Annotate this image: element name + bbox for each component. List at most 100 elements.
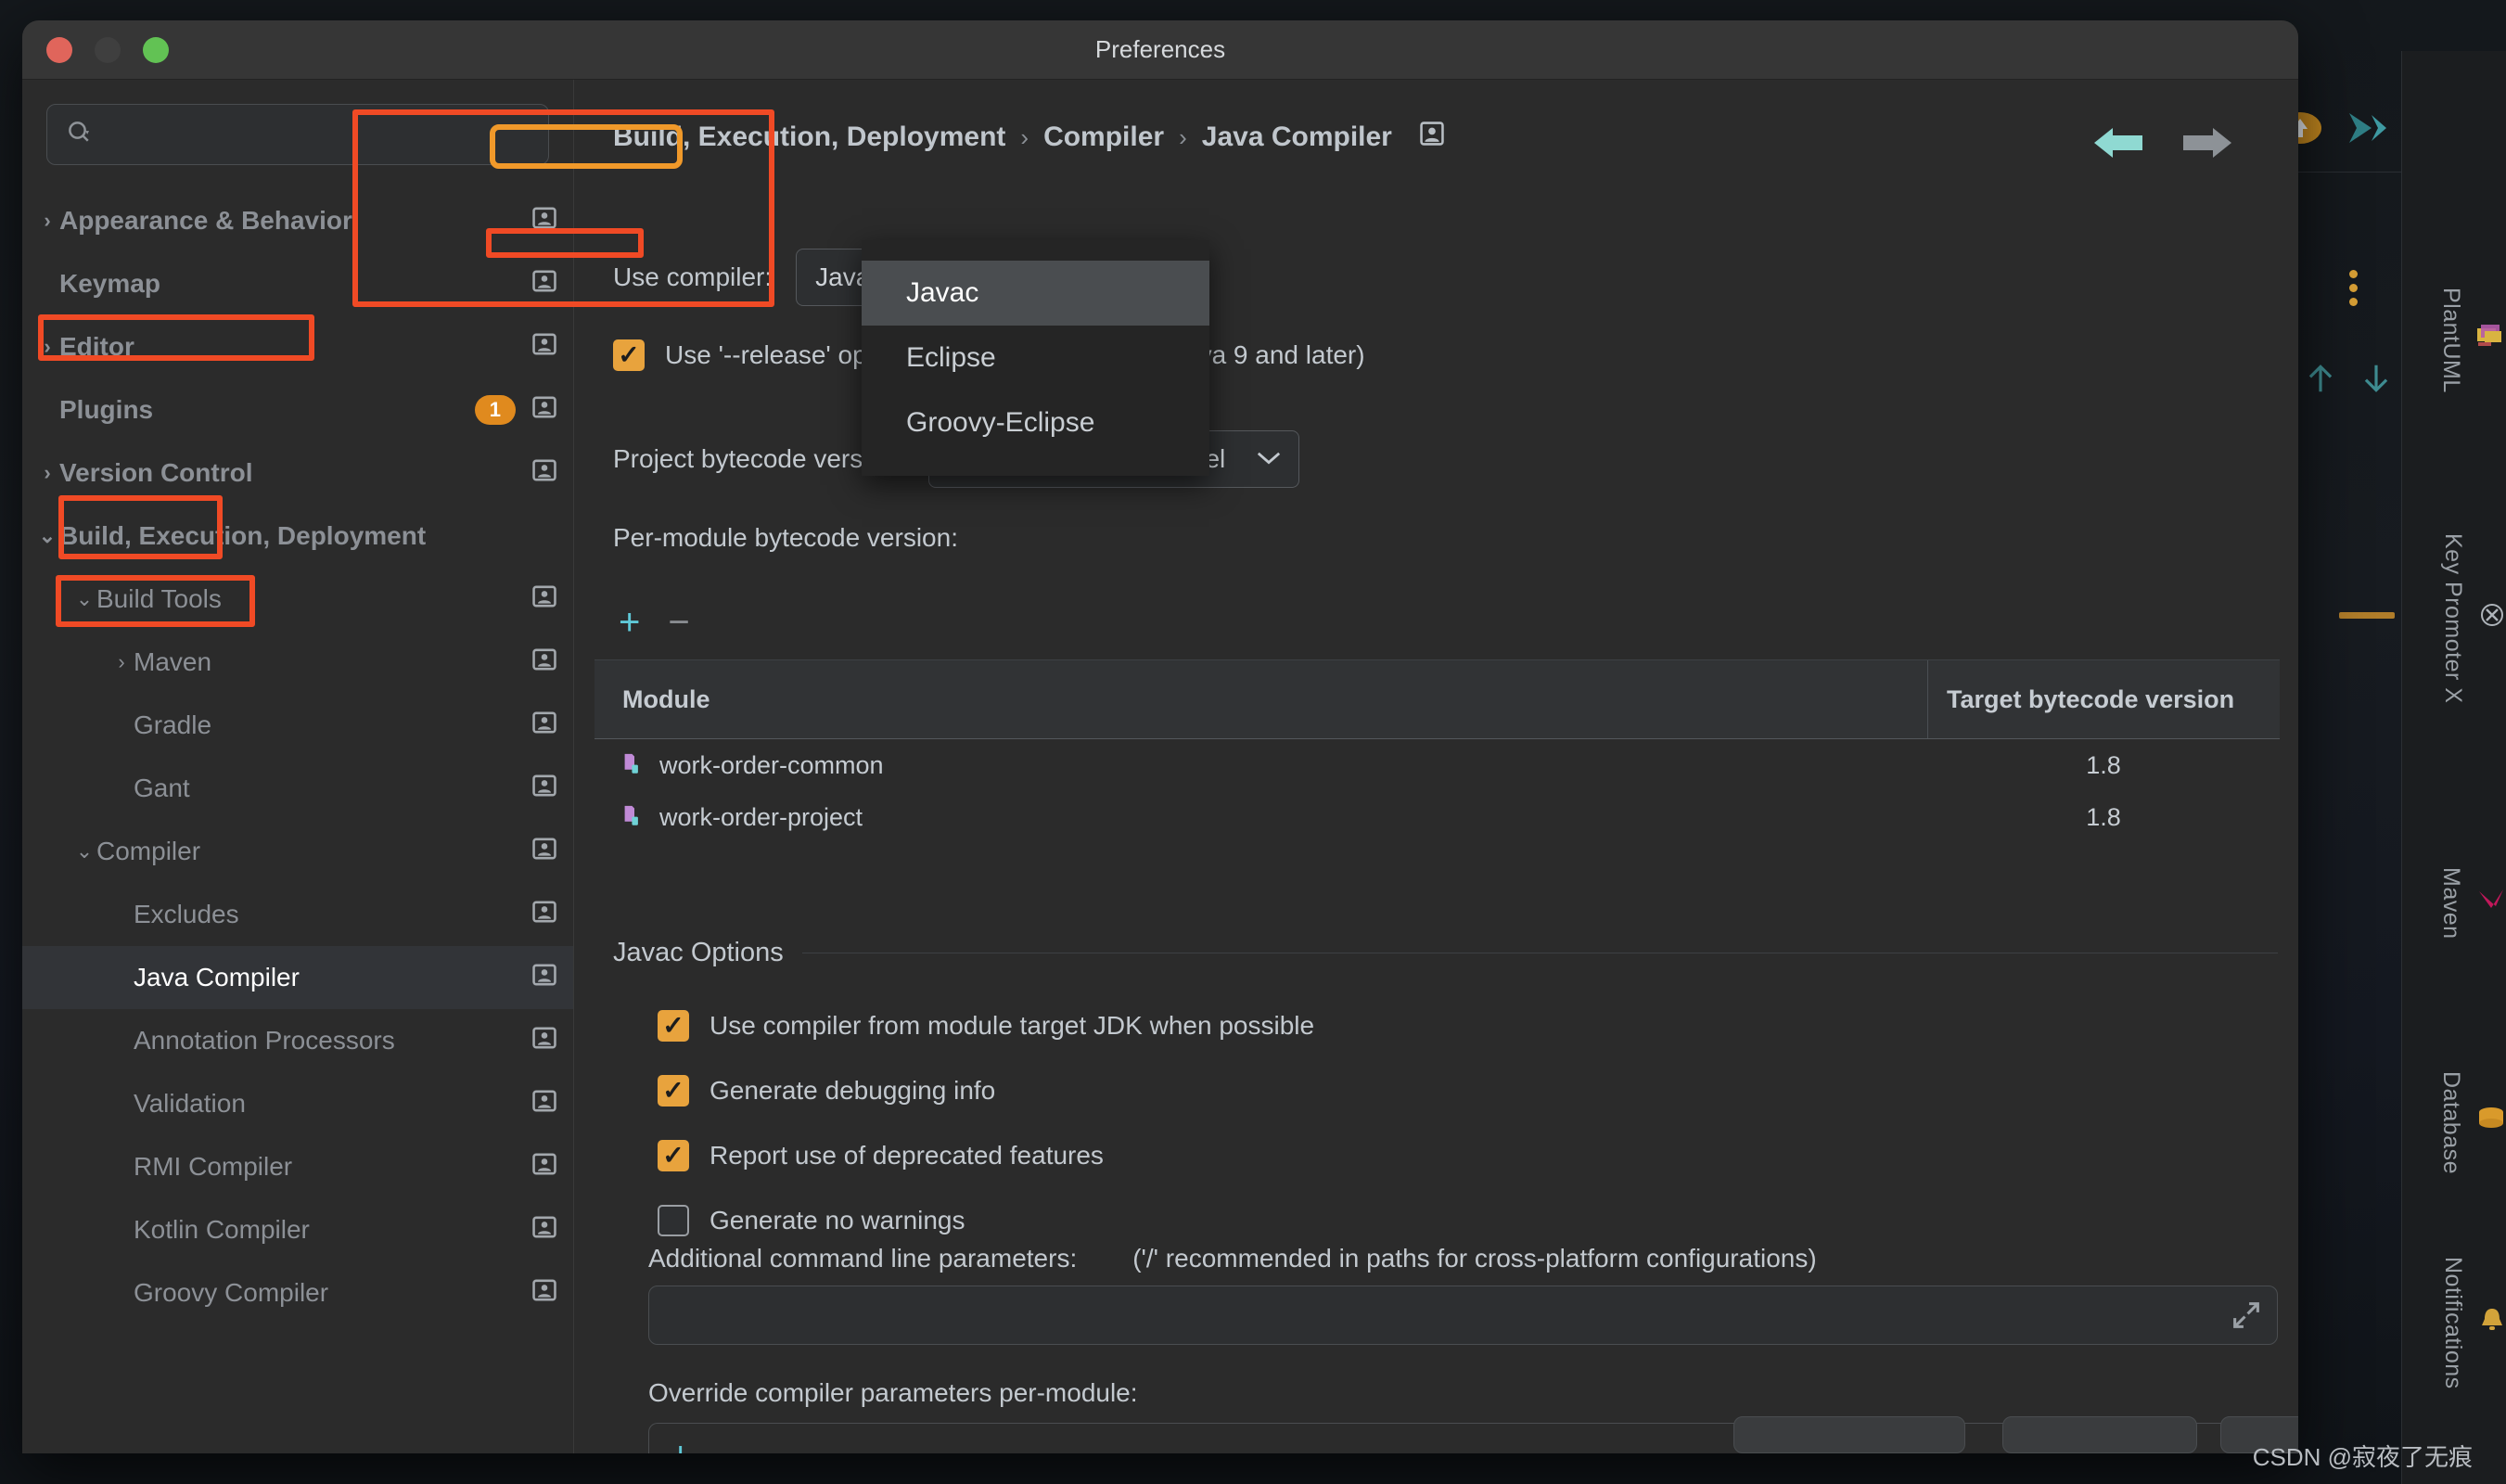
chevron-down-icon[interactable]: ⌄ [72, 587, 96, 611]
close-button[interactable] [46, 37, 72, 63]
module-cell: work-order-common [595, 750, 1927, 781]
project-scope-icon [532, 205, 556, 237]
module-folder-icon [622, 802, 646, 833]
table-row[interactable]: work-order-project 1.8 [595, 791, 2280, 843]
expand-editor-icon[interactable] [2231, 1299, 2262, 1336]
previous-error-icon[interactable] [2303, 360, 2338, 402]
module-folder-icon [622, 750, 646, 781]
javac-option-checkbox[interactable]: ✓ [658, 1140, 689, 1171]
sidebar-item-gradle[interactable]: Gradle [22, 694, 573, 757]
dropdown-option-eclipse[interactable]: Eclipse [862, 326, 1209, 390]
dialog-button-1[interactable] [1733, 1416, 1965, 1453]
javac-option-checkbox[interactable]: ✓ [658, 1010, 689, 1042]
javac-option-checkbox[interactable] [658, 1205, 689, 1236]
database-icon [2475, 1106, 2506, 1140]
project-scope-icon [532, 773, 556, 805]
table-row[interactable]: work-order-common 1.8 [595, 739, 2280, 791]
breadcrumb-part-2[interactable]: Compiler [1043, 122, 1164, 153]
remove-module-button[interactable]: − [668, 604, 689, 641]
sidebar-item-build-tools[interactable]: ⌄ Build Tools [22, 568, 573, 631]
add-module-button[interactable]: + [619, 604, 640, 641]
side-tab-label: Key Promoter X [2440, 533, 2466, 704]
table-header: Module Target bytecode version [595, 659, 2280, 739]
sidebar-item-rmi-compiler[interactable]: RMI Compiler [22, 1135, 573, 1198]
sidebar-item-maven[interactable]: › Maven [22, 631, 573, 694]
plugins-update-badge: 1 [474, 395, 516, 425]
use-release-checkbox[interactable]: ✓ [613, 339, 645, 371]
per-module-row: Per-module bytecode version: [613, 523, 958, 553]
side-tab-notifications[interactable]: Notifications [2402, 1257, 2506, 1389]
sidebar-item-label: Build, Execution, Deployment [59, 521, 427, 550]
sidebar-item-version-control[interactable]: › Version Control [22, 441, 573, 505]
chevron-right-icon[interactable]: › [35, 461, 59, 485]
column-header-module[interactable]: Module [595, 685, 1927, 714]
page-title: Java Compiler [1201, 122, 1392, 152]
module-table-toolbar: + − [619, 604, 690, 641]
add-override-button[interactable]: + [670, 1437, 691, 1453]
dialog-title: Preferences [1094, 35, 1226, 63]
side-tab-label: Maven [2438, 867, 2464, 940]
project-scope-icon [532, 1277, 556, 1310]
javac-option-checkbox[interactable]: ✓ [658, 1075, 689, 1107]
chevron-down-icon[interactable]: ⌄ [35, 524, 59, 548]
javac-option-row[interactable]: ✓ Use compiler from module target JDK whe… [658, 993, 1314, 1058]
side-tab-database[interactable]: Database [2402, 1071, 2506, 1174]
sidebar-item-validation[interactable]: Validation [22, 1072, 573, 1135]
dialog-titlebar: Preferences [22, 20, 2298, 80]
sidebar-item-annotation-processors[interactable]: Annotation Processors [22, 1009, 573, 1072]
target-bytecode-cell[interactable]: 1.8 [1927, 739, 2280, 791]
side-tab-key-promoter-x[interactable]: Key Promoter X [2402, 533, 2506, 703]
sidebar-item-java-compiler[interactable]: Java Compiler [22, 946, 573, 1009]
sidebar-item-gant[interactable]: Gant [22, 757, 573, 820]
search-box[interactable] [46, 104, 549, 165]
back-arrow-icon[interactable] [2092, 124, 2144, 166]
side-tab-maven[interactable]: Maven [2402, 867, 2506, 940]
chevron-right-icon[interactable]: › [35, 209, 59, 233]
chevron-down-icon[interactable]: ⌄ [72, 839, 96, 864]
sidebar-item-groovy-compiler[interactable]: Groovy Compiler [22, 1261, 573, 1324]
compiler-dropdown-popup[interactable]: Javac Eclipse Groovy-Eclipse [862, 240, 1209, 476]
chevron-right-icon[interactable]: › [35, 335, 59, 359]
column-header-target-bytecode[interactable]: Target bytecode version [1927, 660, 2280, 738]
dropdown-option-groovy-eclipse[interactable]: Groovy-Eclipse [862, 390, 1209, 455]
zoom-button[interactable] [143, 37, 169, 63]
remove-override-button[interactable]: − [719, 1437, 740, 1453]
settings-sidebar: › Appearance & Behavior Keymap › Editor Plugi… [22, 80, 574, 1453]
sidebar-item-editor[interactable]: › Editor [22, 315, 573, 378]
project-scope-icon [532, 394, 556, 427]
project-scope-icon [532, 1088, 556, 1120]
next-error-icon[interactable] [2359, 360, 2394, 402]
chevron-right-icon[interactable]: › [109, 650, 134, 674]
sidebar-item-excludes[interactable]: Excludes [22, 883, 573, 946]
sidebar-item-compiler[interactable]: ⌄ Compiler [22, 820, 573, 883]
plantuml-icon [2475, 323, 2506, 357]
sidebar-item-plugins[interactable]: Plugins 1 [22, 378, 573, 441]
minimize-button[interactable] [95, 37, 121, 63]
run-config-icon[interactable] [2347, 109, 2388, 151]
navigation-arrows [2092, 124, 2233, 166]
dropdown-option-javac[interactable]: Javac [862, 261, 1209, 326]
additional-params-field[interactable] [648, 1286, 2278, 1345]
javac-option-row[interactable]: ✓ Generate debugging info [658, 1058, 1314, 1123]
forward-arrow-icon[interactable] [2181, 124, 2233, 166]
search-input[interactable] [94, 121, 530, 148]
settings-content: Build, Execution, Deployment › Compiler … [574, 80, 2298, 1453]
editor-highlight-bar [2339, 612, 2395, 619]
javac-option-row[interactable]: ✓ Report use of deprecated features [658, 1123, 1314, 1188]
override-params-row: Override compiler parameters per-module: [648, 1378, 1138, 1408]
project-scope-icon [532, 646, 556, 679]
sidebar-item-appearance-behavior[interactable]: › Appearance & Behavior [22, 189, 573, 252]
breadcrumb-part-1[interactable]: Build, Execution, Deployment [613, 122, 1005, 153]
dialog-button-2[interactable] [2002, 1416, 2197, 1453]
override-params-label: Override compiler parameters per-module: [648, 1378, 1138, 1407]
sidebar-item-build-execution-deployment[interactable]: ⌄ Build, Execution, Deployment [22, 505, 573, 568]
project-scope-icon [532, 331, 556, 364]
target-bytecode-cell[interactable]: 1.8 [1927, 791, 2280, 843]
javac-option-label: Generate debugging info [710, 1076, 996, 1105]
sidebar-item-keymap[interactable]: Keymap [22, 252, 573, 315]
sidebar-item-kotlin-compiler[interactable]: Kotlin Compiler [22, 1198, 573, 1261]
more-options-icon[interactable] [2349, 264, 2358, 312]
search-icon [66, 119, 94, 151]
side-tab-plantuml[interactable]: PlantUML [2402, 288, 2506, 393]
project-scope-icon [532, 899, 556, 931]
